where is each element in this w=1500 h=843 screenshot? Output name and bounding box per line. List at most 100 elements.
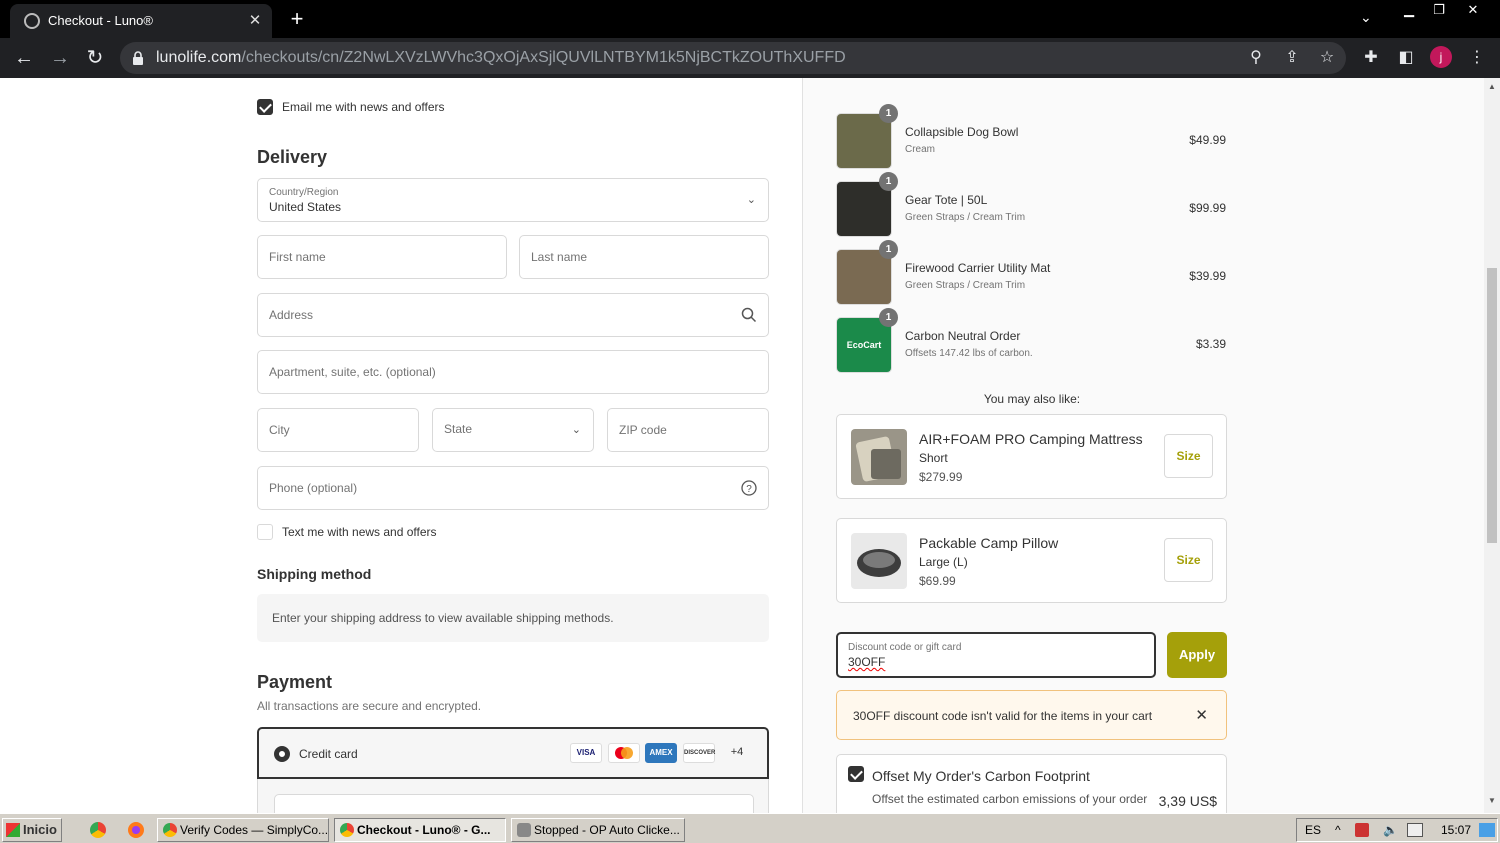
apartment-field[interactable]: Apartment, suite, etc. (optional)	[257, 350, 769, 394]
card-details-area	[257, 779, 769, 813]
menu-kebab-icon[interactable]: ⋮	[1466, 47, 1488, 69]
start-button[interactable]: Inicio	[2, 818, 62, 842]
address-bar[interactable]: lunolife.com/checkouts/cn/Z2NwLXVzLWVhc3…	[120, 42, 1346, 74]
discount-error-message: 30OFF discount code isn't valid for the …	[853, 709, 1153, 723]
chrome-quicklaunch-icon[interactable]	[90, 822, 106, 838]
side-panel-icon[interactable]: ◧	[1395, 47, 1417, 69]
order-item-price: $3.39	[1195, 337, 1226, 351]
tab-close-icon[interactable]: ✕	[246, 11, 264, 29]
more-card-brands: +4	[730, 746, 744, 758]
upsell-variant: Short	[919, 451, 948, 465]
order-item-price: $49.99	[1189, 133, 1226, 147]
email-opt-in-checkbox[interactable]	[257, 99, 273, 115]
scroll-thumb[interactable]	[1487, 268, 1497, 543]
reload-icon[interactable]: ↻	[83, 46, 107, 70]
country-select[interactable]: Country/Region United States ⌄	[257, 178, 769, 222]
carbon-offset-price: 3,39 US$	[1158, 793, 1217, 809]
new-tab-icon[interactable]: +	[286, 6, 308, 32]
shipping-method-placeholder-box: Enter your shipping address to view avai…	[257, 594, 769, 642]
phone-placeholder: Phone (optional)	[269, 481, 358, 495]
quantity-badge: 1	[879, 172, 898, 191]
credit-card-label: Credit card	[299, 747, 358, 761]
discover-icon: DISCOVER	[683, 743, 715, 763]
order-item-variant: Cream	[905, 144, 936, 155]
discount-code-field[interactable]: Discount code or gift card 30OFF	[836, 632, 1156, 678]
lock-icon	[133, 51, 143, 65]
monitor-icon[interactable]	[1407, 823, 1423, 837]
zip-field[interactable]: ZIP code	[607, 408, 769, 452]
bookmark-star-icon[interactable]: ☆	[1317, 48, 1337, 68]
order-item-name: Collapsible Dog Bowl	[905, 125, 1019, 139]
clock: 15:07	[1441, 823, 1472, 837]
language-indicator[interactable]: ES	[1305, 823, 1321, 837]
extensions-puzzle-icon[interactable]: ✚	[1360, 47, 1382, 69]
order-item-name: Gear Tote | 50L	[905, 193, 988, 207]
taskbar-item-verify-codes[interactable]: Verify Codes — SimplyCo...	[157, 818, 329, 842]
credit-card-radio[interactable]	[274, 746, 290, 762]
state-select[interactable]: State ⌄	[432, 408, 594, 452]
window-minimize-icon[interactable]: ▁	[1394, 2, 1424, 20]
start-label: Inicio	[23, 822, 57, 837]
carbon-offset-checkbox[interactable]	[848, 766, 864, 782]
back-arrow-icon[interactable]: ←	[12, 46, 36, 70]
order-item-variant: Green Straps / Cream Trim	[905, 212, 1026, 223]
country-label: Country/Region	[269, 187, 339, 198]
taskbar-item-label: Verify Codes — SimplyCo...	[180, 823, 329, 837]
order-item: 1 Collapsible Dog Bowl Cream $49.99	[836, 104, 1228, 169]
show-desktop-icon[interactable]	[1479, 823, 1495, 837]
shipping-method-message: Enter your shipping address to view avai…	[272, 611, 614, 625]
sms-opt-in-checkbox[interactable]	[257, 524, 273, 540]
payment-subtitle: All transactions are secure and encrypte…	[257, 699, 482, 713]
first-name-field[interactable]: First name	[257, 235, 507, 279]
size-button[interactable]: Size	[1164, 538, 1213, 582]
order-item-price: $39.99	[1189, 269, 1226, 283]
tray-expand-icon[interactable]: ^	[1335, 823, 1341, 837]
checkout-page: Email me with news and offers Delivery C…	[0, 78, 1500, 813]
share-icon[interactable]: ⇪	[1282, 48, 1302, 68]
last-name-field[interactable]: Last name	[519, 235, 769, 279]
tab-favicon-icon	[24, 13, 40, 29]
card-number-field[interactable]	[274, 794, 754, 813]
upsell-name: AIR+FOAM PRO Camping Mattress	[919, 431, 1143, 447]
help-circle-icon[interactable]: ?	[740, 479, 758, 497]
taskbar-item-label: Checkout - Luno® - G...	[357, 823, 491, 837]
taskbar-item-checkout[interactable]: Checkout - Luno® - G...	[334, 818, 506, 842]
taskbar-item-label: Stopped - OP Auto Clicke...	[534, 823, 680, 837]
scroll-down-icon[interactable]: ▼	[1488, 796, 1496, 805]
browser-tab-active[interactable]: Checkout - Luno® ✕	[10, 4, 272, 38]
chrome-icon	[340, 823, 354, 837]
tab-search-chevron-icon[interactable]: ⌄	[1360, 9, 1372, 26]
order-item: 1 Firewood Carrier Utility Mat Green Strap…	[836, 240, 1228, 305]
page-scrollbar[interactable]: ▲ ▼	[1484, 78, 1500, 813]
mastercard-icon	[608, 743, 640, 763]
size-button[interactable]: Size	[1164, 434, 1213, 478]
firefox-quicklaunch-icon[interactable]	[128, 822, 144, 838]
discount-error-banner: 30OFF discount code isn't valid for the …	[836, 690, 1227, 740]
svg-text:?: ?	[746, 484, 752, 495]
window-close-icon[interactable]: ✕	[1458, 2, 1488, 20]
apply-discount-button[interactable]: Apply	[1167, 632, 1227, 678]
order-item-variant: Green Straps / Cream Trim	[905, 280, 1026, 291]
window-restore-icon[interactable]: ❐	[1424, 2, 1454, 20]
volume-icon[interactable]: 🔈	[1383, 823, 1398, 837]
network-icon[interactable]	[1355, 823, 1369, 837]
upsell-heading: You may also like:	[983, 392, 1081, 406]
mattress-thumbnail	[851, 429, 907, 485]
scroll-up-icon[interactable]: ▲	[1488, 82, 1496, 91]
delivery-title: Delivery	[257, 147, 328, 167]
upsell-name: Packable Camp Pillow	[919, 535, 1059, 551]
forward-arrow-icon[interactable]: →	[48, 46, 72, 70]
credit-card-option[interactable]: Credit card VISA AMEX DISCOVER +4	[257, 727, 769, 779]
mouse-icon	[517, 823, 531, 837]
zoom-icon[interactable]: ⚲	[1246, 48, 1266, 68]
address-field[interactable]: Address	[257, 293, 769, 337]
taskbar-item-auto-clicker[interactable]: Stopped - OP Auto Clicke...	[511, 818, 685, 842]
phone-field[interactable]: Phone (optional) ?	[257, 466, 769, 510]
close-icon[interactable]: ✕	[1195, 706, 1208, 724]
search-icon	[741, 307, 757, 323]
city-field[interactable]: City	[257, 408, 419, 452]
order-item-price: $99.99	[1189, 201, 1226, 215]
visa-icon: VISA	[570, 743, 602, 763]
profile-avatar[interactable]: j	[1430, 46, 1452, 68]
order-item: 1 Gear Tote | 50L Green Straps / Cream Tri…	[836, 172, 1228, 237]
